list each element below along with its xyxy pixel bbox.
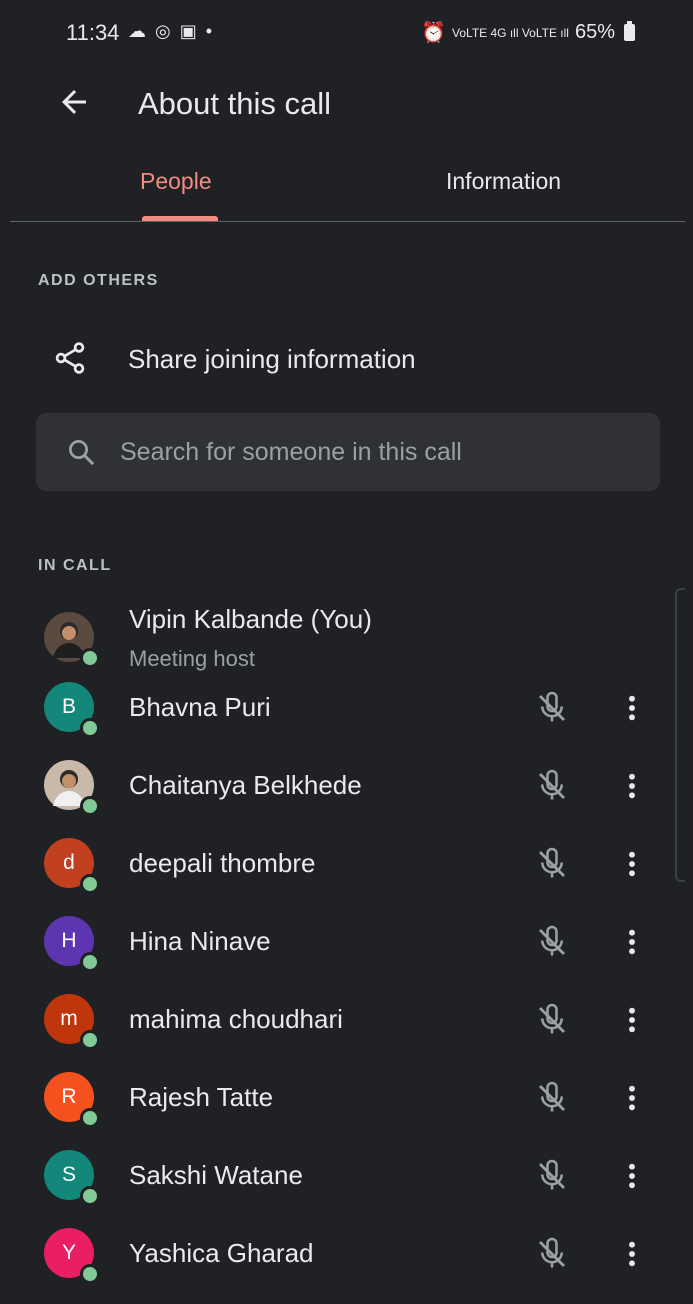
avatar: R: [44, 1072, 100, 1128]
participant-row[interactable]: B Bhavna Puri: [10, 680, 685, 758]
search-input[interactable]: [120, 431, 640, 473]
participant-name: deepali thombre: [129, 848, 316, 878]
participant-role: Meeting host: [129, 646, 255, 671]
participant-row[interactable]: m mahima choudhari: [10, 992, 685, 1070]
participant-name: mahima choudhari: [129, 1004, 343, 1034]
call-details-screen: 11:34 ☁ ◎ ▣ • ⏰ VoLTE 4G ıll VoLTE ıll 6…: [10, 0, 685, 1300]
avatar: Y: [44, 1228, 100, 1284]
notification-icons: ☁ ◎ ▣ •: [128, 21, 215, 41]
mic-off-icon[interactable]: [534, 1002, 570, 1038]
tab-bar: People Information: [10, 150, 685, 222]
alarm-icon: ⏰: [421, 22, 447, 44]
app-bar: About this call: [10, 64, 685, 144]
battery-icon: [624, 21, 635, 41]
more-options-icon[interactable]: [616, 844, 648, 884]
avatar-initial: B: [61, 695, 76, 718]
status-bar: 11:34 ☁ ◎ ▣ • ⏰ VoLTE 4G ıll VoLTE ıll 6…: [10, 0, 685, 64]
page-title: About this call: [138, 86, 331, 121]
avatar: m: [44, 994, 100, 1050]
more-options-icon[interactable]: [616, 688, 648, 728]
mic-off-icon[interactable]: [534, 1158, 570, 1194]
online-status-dot: [80, 1030, 100, 1050]
avatar-initial: Y: [61, 1241, 76, 1264]
scrollbar[interactable]: [675, 588, 685, 882]
avatar: H: [44, 916, 100, 972]
avatar-initial: d: [63, 851, 75, 874]
more-options-icon[interactable]: [616, 922, 648, 962]
mic-off-icon[interactable]: [534, 1236, 570, 1272]
status-time: 11:34: [66, 20, 120, 45]
online-status-dot: [80, 952, 100, 972]
mic-off-icon[interactable]: [534, 1080, 570, 1116]
share-joining-info-button[interactable]: Share joining information: [10, 330, 685, 390]
mic-off-icon[interactable]: [534, 768, 570, 804]
participant-row[interactable]: Vipin Kalbande (You) Meeting host: [10, 590, 685, 671]
more-options-icon[interactable]: [616, 766, 648, 806]
avatar-initial: H: [61, 929, 77, 952]
participant-name: Hina Ninave: [129, 926, 271, 956]
participant-row[interactable]: R Rajesh Tatte: [10, 1070, 685, 1148]
add-others-label: ADD OTHERS: [38, 272, 159, 289]
participant-name: Bhavna Puri: [129, 692, 271, 722]
avatar-photo: [44, 612, 100, 668]
status-right: ⏰ VoLTE 4G ıll VoLTE ıll 65%: [421, 20, 635, 45]
avatar-initial: S: [61, 1163, 76, 1186]
online-status-dot: [80, 718, 100, 738]
more-options-icon[interactable]: [616, 1078, 648, 1118]
tab-information[interactable]: Information: [446, 168, 561, 195]
signal-icons: VoLTE 4G ıll VoLTE ıll: [452, 25, 569, 40]
mic-off-icon[interactable]: [534, 690, 570, 726]
participant-row[interactable]: S Sakshi Watane: [10, 1148, 685, 1226]
active-tab-indicator: [142, 216, 218, 221]
online-status-dot: [80, 1108, 100, 1128]
more-options-icon[interactable]: [616, 1000, 648, 1040]
mic-off-icon[interactable]: [534, 846, 570, 882]
avatar: S: [44, 1150, 100, 1206]
mic-off-icon[interactable]: [534, 924, 570, 960]
search-box[interactable]: [36, 413, 660, 491]
search-icon: [69, 440, 94, 465]
participant-row[interactable]: d deepali thombre: [10, 836, 685, 914]
avatar: B: [44, 682, 100, 738]
avatar: d: [44, 838, 100, 894]
online-status-dot: [80, 1264, 100, 1284]
more-options-icon[interactable]: [616, 1156, 648, 1196]
share-joining-info-label: Share joining information: [128, 344, 416, 374]
participant-row[interactable]: Y Yashica Gharad: [10, 1226, 685, 1304]
online-status-dot: [80, 648, 100, 668]
participant-name: Rajesh Tatte: [129, 1082, 274, 1112]
participant-name: Vipin Kalbande (You): [129, 604, 372, 634]
participant-name: Yashica Gharad: [129, 1238, 314, 1268]
more-options-icon[interactable]: [616, 1234, 648, 1274]
online-status-dot: [80, 796, 100, 816]
avatar-photo: [44, 760, 100, 816]
avatar-initial: R: [61, 1085, 77, 1108]
online-status-dot: [80, 874, 100, 894]
participant-row[interactable]: Chaitanya Belkhede: [10, 758, 685, 836]
participant-name: Sakshi Watane: [129, 1160, 303, 1190]
in-call-label: IN CALL: [38, 557, 112, 574]
arrow-back-icon[interactable]: [56, 84, 92, 120]
online-status-dot: [80, 1186, 100, 1206]
avatar-initial: m: [60, 1007, 78, 1030]
participant-row[interactable]: H Hina Ninave: [10, 914, 685, 992]
battery-level: 65%: [574, 21, 615, 43]
tab-people[interactable]: People: [140, 168, 212, 195]
participant-name: Chaitanya Belkhede: [129, 770, 362, 800]
share-icon: [55, 342, 85, 374]
